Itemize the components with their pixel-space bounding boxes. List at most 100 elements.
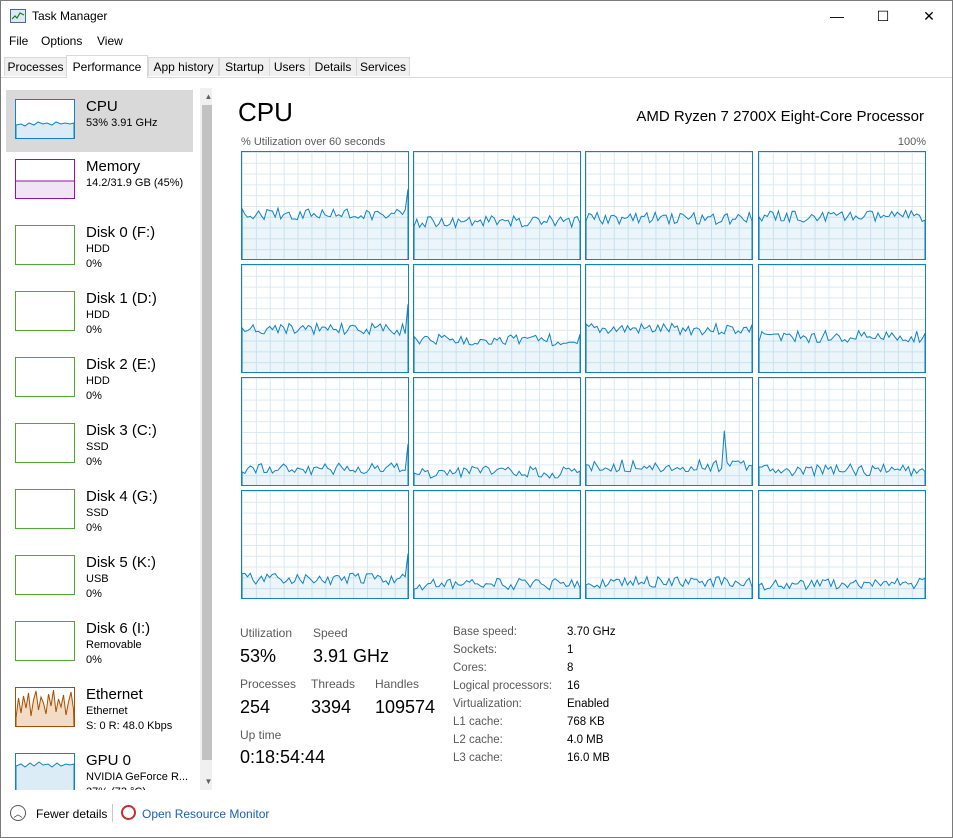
sidebar-item-title: Disk 5 (K:) — [86, 554, 157, 571]
sidebar-item-subtitle: HDD — [86, 375, 110, 387]
sidebar-item-disk-0-f[interactable]: Disk 0 (F:) HDD 0% — [6, 216, 193, 278]
resource-monitor-icon[interactable] — [121, 805, 136, 820]
scroll-down-arrow-icon[interactable]: ▼ — [200, 773, 212, 790]
info-label: L1 cache: — [453, 716, 503, 728]
sidebar-item-title: Disk 2 (E:) — [86, 356, 157, 373]
maximize-button[interactable]: ☐ — [860, 1, 906, 31]
info-label: L2 cache: — [453, 734, 503, 746]
sidebar-item-ethernet[interactable]: Ethernet Ethernet S: 0 R: 48.0 Kbps — [6, 678, 193, 740]
title-bar: Task Manager — ☐ ✕ — [1, 1, 952, 31]
sidebar-item-disk-6-i[interactable]: Disk 6 (I:) Removable 0% — [6, 612, 193, 674]
sidebar-item-title: Memory — [86, 158, 141, 175]
sidebar-thumbnail-graph — [15, 99, 75, 139]
core-graph-7 — [757, 264, 926, 373]
sidebar-item-value: 0% — [86, 324, 102, 336]
sidebar-item-value: 0% — [86, 258, 102, 270]
sidebar-item-disk-2-e[interactable]: Disk 2 (E:) HDD 0% — [6, 348, 193, 410]
speed-value: 3.91 GHz — [313, 646, 390, 666]
sidebar-item-value: 37% (73 °C) — [86, 786, 146, 790]
processes-value: 254 — [240, 697, 271, 717]
menu-view[interactable]: View — [97, 34, 123, 48]
window-title: Task Manager — [32, 9, 108, 23]
sidebar-item-disk-1-d[interactable]: Disk 1 (D:) HDD 0% — [6, 282, 193, 344]
core-graph-10 — [585, 377, 754, 486]
graph-label: % Utilization over 60 seconds — [241, 136, 386, 148]
menu-options[interactable]: Options — [41, 34, 82, 48]
tab-details[interactable]: Details — [309, 57, 357, 76]
footer: ︿ Fewer details Open Resource Monitor — [1, 796, 952, 836]
chevron-up-icon[interactable]: ︿ — [10, 805, 26, 821]
info-value: 8 — [567, 662, 574, 674]
sidebar-item-title: Disk 0 (F:) — [86, 224, 156, 241]
sidebar-scrollbar[interactable]: ▲ ▼ — [200, 88, 212, 790]
info-label: L3 cache: — [453, 752, 503, 764]
core-graph-2 — [585, 151, 754, 260]
sidebar-item-subtitle: HDD — [86, 309, 110, 321]
core-graph-3 — [757, 151, 926, 260]
threads-value: 3394 — [311, 697, 352, 717]
sidebar-item-memory[interactable]: Memory 14.2/31.9 GB (45%) — [6, 150, 193, 212]
sidebar-thumbnail-graph — [15, 423, 75, 463]
scroll-up-arrow-icon[interactable]: ▲ — [200, 88, 212, 105]
core-graph-6 — [585, 264, 754, 373]
core-graph-9 — [413, 377, 582, 486]
utilization-label: Utilization — [240, 626, 293, 640]
tab-users[interactable]: Users — [269, 57, 310, 76]
task-manager-icon — [10, 9, 26, 23]
sidebar-item-subtitle: SSD — [86, 441, 109, 453]
sidebar-item-value: 0% — [86, 390, 102, 402]
utilization-value: 53% — [240, 646, 277, 666]
sidebar-thumbnail-graph — [15, 159, 75, 199]
fewer-details-link[interactable]: Fewer details — [36, 807, 107, 821]
cpu-model-name: AMD Ryzen 7 2700X Eight-Core Processor — [636, 108, 924, 125]
sidebar-thumbnail-graph — [15, 753, 75, 790]
sidebar-item-title: Disk 4 (G:) — [86, 488, 158, 505]
sidebar-item-title: GPU 0 — [86, 752, 132, 769]
sidebar-item-subtitle: NVIDIA GeForce R... — [86, 771, 189, 783]
sidebar-item-subtitle: 14.2/31.9 GB (45%) — [86, 177, 184, 189]
sidebar-thumbnail-graph — [15, 687, 75, 727]
uptime-value: 0:18:54:44 — [240, 747, 326, 767]
menu-bar: File Options View — [1, 32, 952, 51]
sidebar-item-subtitle: HDD — [86, 243, 110, 255]
info-label: Logical processors: — [453, 680, 553, 692]
sidebar-item-title: Ethernet — [86, 686, 143, 703]
sidebar-item-value: S: 0 R: 48.0 Kbps — [86, 720, 173, 732]
tab-startup[interactable]: Startup — [219, 57, 270, 76]
sidebar-item-disk-4-g[interactable]: Disk 4 (G:) SSD 0% — [6, 480, 193, 542]
resource-sidebar: CPU 53% 3.91 GHz Memory 14.2/31.9 GB (45%) D… — [6, 88, 212, 790]
handles-value: 109574 — [375, 697, 436, 717]
info-label: Virtualization: — [453, 698, 522, 710]
core-graph-8 — [241, 377, 409, 486]
sidebar-item-value: 0% — [86, 654, 102, 666]
menu-file[interactable]: File — [9, 34, 28, 48]
tab-app-history[interactable]: App history — [148, 57, 219, 76]
sidebar-item-gpu-0[interactable]: GPU 0 NVIDIA GeForce R... 37% (73 °C) — [6, 744, 193, 790]
sidebar-thumbnail-graph — [15, 621, 75, 661]
info-label: Base speed: — [453, 626, 517, 638]
core-graph-1 — [413, 151, 582, 260]
core-graph-13 — [413, 490, 582, 599]
sidebar-item-title: Disk 1 (D:) — [86, 290, 157, 307]
tab-services[interactable]: Services — [356, 57, 410, 76]
minimize-button[interactable]: — — [814, 1, 860, 31]
tab-processes[interactable]: Processes — [4, 57, 67, 76]
page-title: CPU — [238, 97, 293, 127]
sidebar-thumbnail-graph — [15, 357, 75, 397]
sidebar-item-subtitle: Ethernet — [86, 705, 128, 717]
sidebar-item-title: Disk 6 (I:) — [86, 620, 151, 637]
info-value: 3.70 GHz — [567, 626, 616, 638]
sidebar-item-value: 0% — [86, 588, 102, 600]
info-label: Cores: — [453, 662, 487, 674]
scroll-thumb[interactable] — [202, 105, 212, 760]
info-value: 4.0 MB — [567, 734, 604, 746]
core-graph-5 — [413, 264, 582, 373]
sidebar-item-disk-3-c[interactable]: Disk 3 (C:) SSD 0% — [6, 414, 193, 476]
info-value: 1 — [567, 644, 574, 656]
tab-performance[interactable]: Performance — [66, 55, 148, 78]
sidebar-item-disk-5-k[interactable]: Disk 5 (K:) USB 0% — [6, 546, 193, 608]
close-button[interactable]: ✕ — [906, 1, 952, 31]
sidebar-item-cpu[interactable]: CPU 53% 3.91 GHz — [6, 90, 193, 152]
task-manager-window: Task Manager — ☐ ✕ File Options View Pro… — [0, 0, 953, 838]
open-resource-monitor-link[interactable]: Open Resource Monitor — [142, 807, 269, 821]
